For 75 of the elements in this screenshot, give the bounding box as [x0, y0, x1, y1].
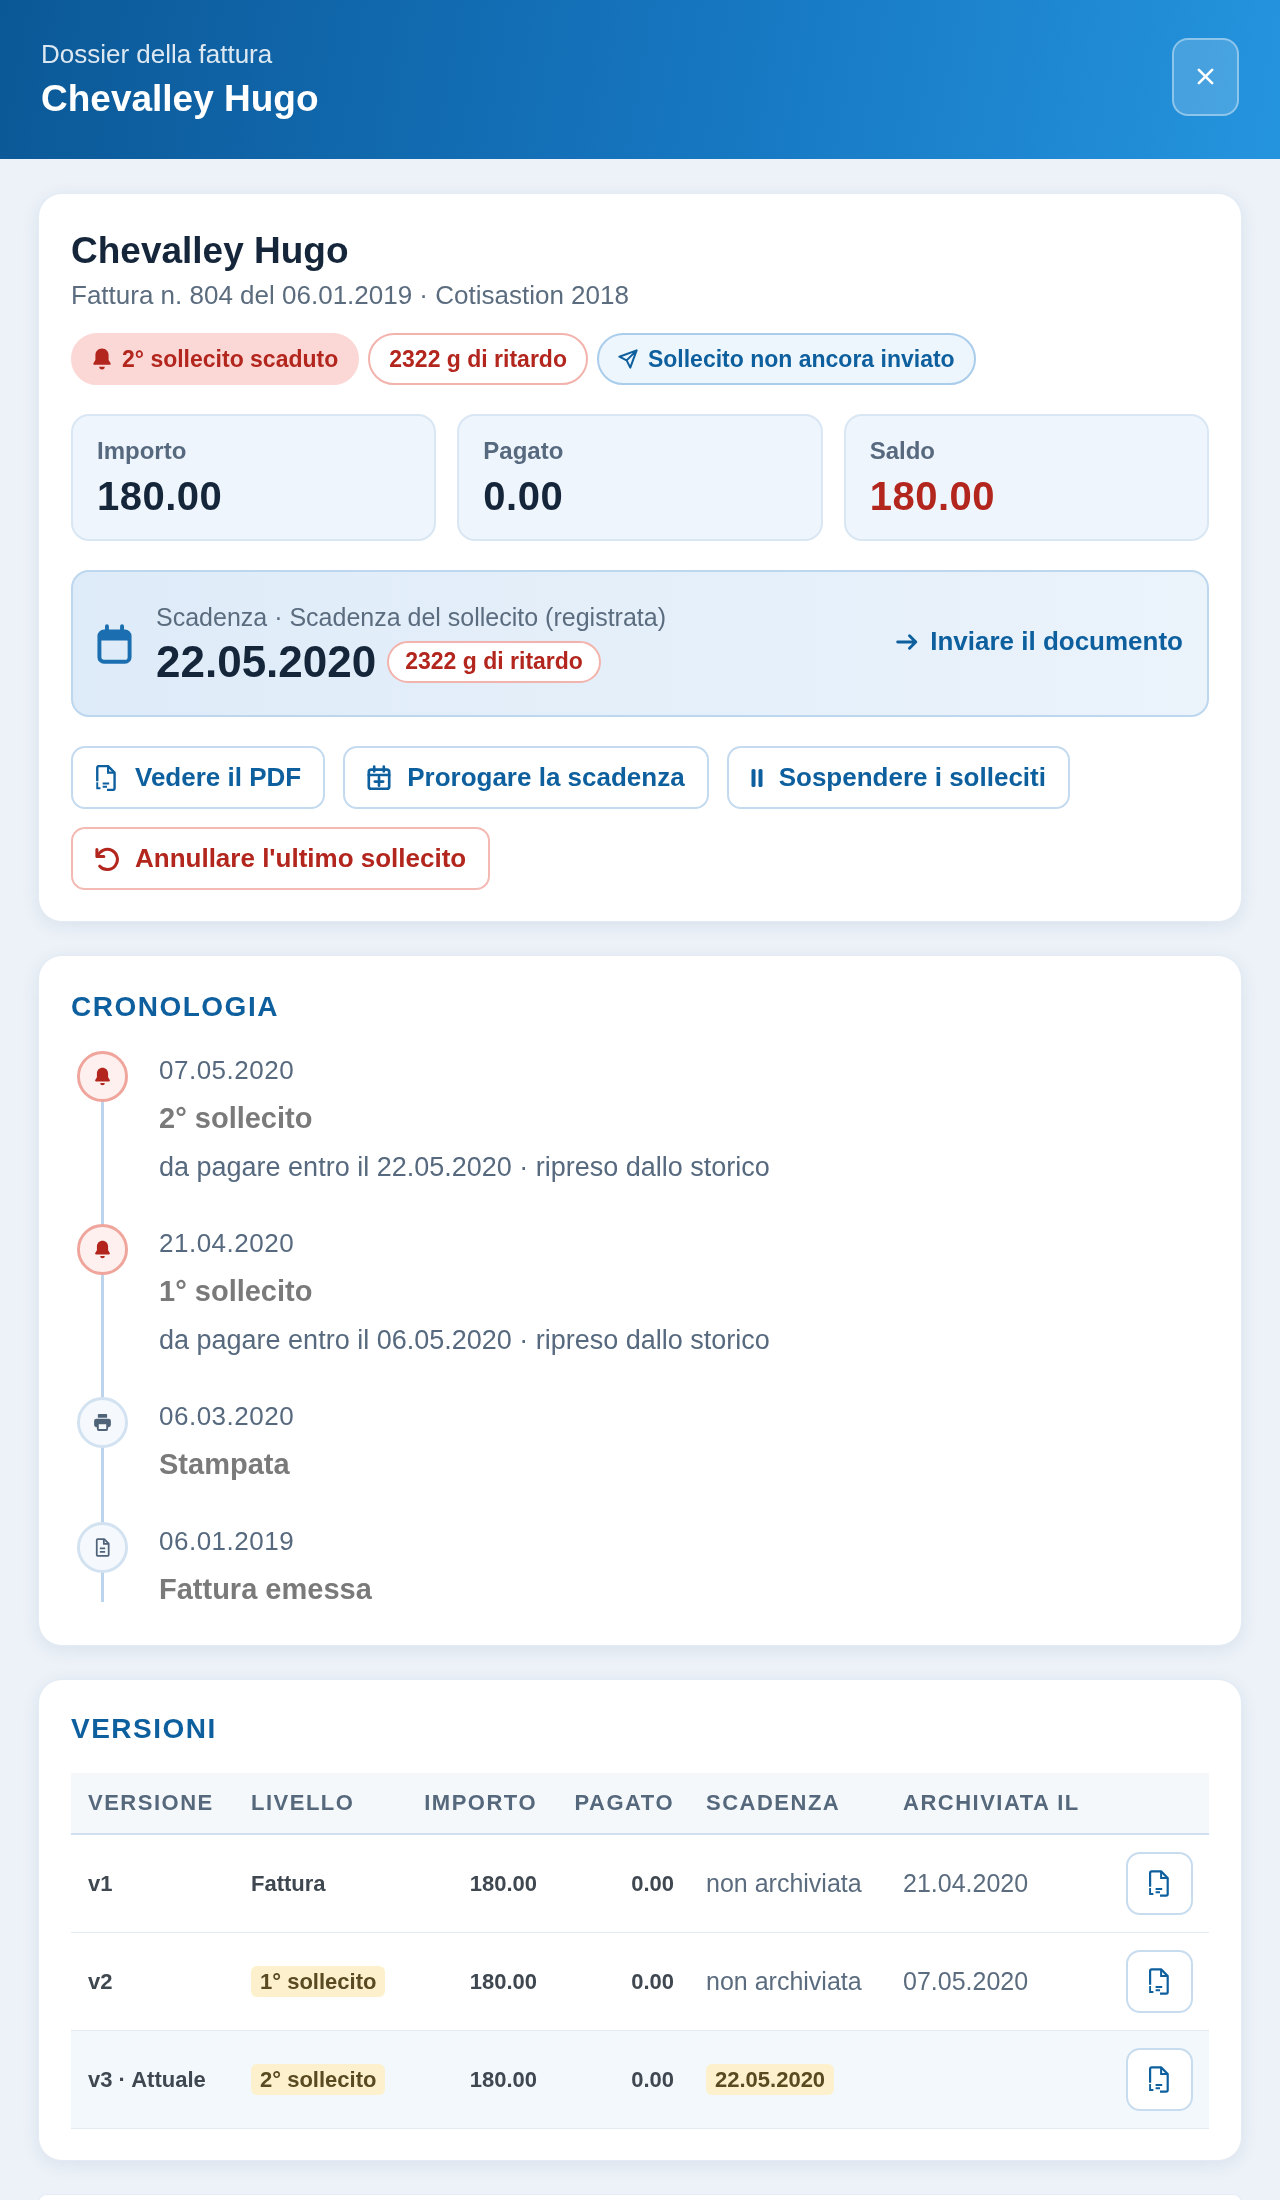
file-icon: [1148, 1968, 1171, 1995]
paid-cell: 0.00: [631, 2066, 674, 2092]
amount-value: 180.00: [97, 473, 223, 519]
level-badge: 2° sollecito: [251, 2063, 386, 2095]
file-icon: [1148, 2066, 1171, 2093]
event-date: 21.04.2020: [159, 1227, 296, 1260]
due-date-label: Scadenza · Scadenza del sollecito (registrata): [156, 601, 666, 633]
paid-cell: 0.00: [631, 1870, 674, 1896]
column-header: PAGATO: [574, 1790, 674, 1815]
event-note: da pagare entro il 22.05.2020 · ripreso dallo storico: [159, 1151, 770, 1183]
event-note: da pagare entro il 06.05.2020 · ripreso dallo storico: [159, 1324, 770, 1356]
event-title: 1° sollecito: [159, 1274, 314, 1308]
due-date-value: 22.05.2020: [156, 636, 377, 687]
amount-label: Importo: [97, 436, 187, 466]
due-cell: non archiviata: [706, 1967, 862, 1995]
event-title: Stampata: [159, 1447, 291, 1481]
column-header: SCADENZA: [706, 1790, 841, 1815]
event-title: Fattura emessa: [159, 1572, 372, 1606]
column-header: VERSIONE: [88, 1790, 214, 1815]
amount-label: Saldo: [869, 436, 935, 466]
pdf-button[interactable]: [1126, 1852, 1193, 1915]
event-date: 06.01.2019: [159, 1525, 296, 1558]
pdf-button[interactable]: [1126, 2048, 1193, 2111]
action-button[interactable]: Annullare l'ultimo sollecito: [71, 827, 491, 890]
client-name: Chevalley Hugo: [71, 229, 350, 273]
bell-icon: [77, 1051, 128, 1102]
level-text: Fattura: [251, 1870, 326, 1896]
archived-date-cell: 21.04.2020: [903, 1869, 1029, 1897]
action-button[interactable]: Vedere il PDF: [71, 746, 326, 809]
due-date-badge: 22.05.2020: [706, 2063, 835, 2095]
paid-cell: 0.00: [631, 1968, 674, 1994]
bell-icon: [92, 348, 112, 370]
delay-badge: 2322 g di ritardo: [368, 333, 588, 385]
column-header: IMPORTO: [424, 1790, 537, 1815]
paper-plane-icon: [617, 348, 638, 370]
document-icon: [77, 1522, 128, 1573]
archived-date-cell: 07.05.2020: [903, 1967, 1029, 1995]
amount-cell: 180.00: [469, 1968, 537, 1994]
badge-text: 2° sollecito scaduto: [122, 345, 339, 373]
file-icon: [1148, 1870, 1171, 1897]
due-cell: non archiviata: [706, 1869, 862, 1897]
level-badge: 1° sollecito: [251, 1965, 386, 1997]
section-title: VERSIONI: [71, 1712, 218, 1746]
action-button[interactable]: Sospendere i solleciti: [726, 746, 1070, 809]
action-button[interactable]: Prorogare la scadenza: [343, 746, 709, 809]
calendar-icon: [97, 623, 132, 664]
version-label: v1: [88, 1870, 113, 1896]
section-title: CRONOLOGIA: [71, 990, 280, 1024]
undo-icon: [95, 845, 119, 872]
amount-value: 0.00: [483, 473, 564, 519]
amount-cell: 180.00: [469, 1870, 537, 1896]
send-document-link[interactable]: Inviare il documento: [896, 626, 1183, 657]
column-header: LIVELLO: [251, 1790, 355, 1815]
invoice-subtitle: Fattura n. 804 del 06.01.2019 · Cotisastion 2018: [71, 279, 630, 311]
version-label: v2: [88, 1968, 113, 1994]
close-icon: [1196, 67, 1215, 86]
header-subtitle: Dossier della fattura: [41, 38, 274, 69]
file-icon: [95, 764, 119, 791]
arrow-right-icon: [896, 633, 919, 650]
event-date: 07.05.2020: [159, 1054, 296, 1087]
pdf-button[interactable]: [1126, 1950, 1193, 2013]
delay-badge: 2322 g di ritardo: [387, 640, 601, 683]
pause-icon: [750, 767, 763, 788]
amount-value: 180.00: [869, 473, 995, 519]
event-title: 2° sollecito: [159, 1101, 314, 1135]
event-date: 06.03.2020: [159, 1400, 295, 1433]
amount-cell: 180.00: [469, 2066, 537, 2092]
column-header: ARCHIVIATA IL: [903, 1790, 1080, 1815]
header-title: Chevalley Hugo: [41, 76, 319, 121]
bell-icon: [77, 1224, 128, 1275]
amount-label: Pagato: [483, 436, 564, 466]
calendar-plus-icon: [367, 764, 392, 791]
badge-text: Sollecito non ancora inviato: [647, 345, 955, 373]
version-label: v3 · Attuale: [88, 2066, 206, 2092]
printer-icon: [77, 1397, 128, 1448]
